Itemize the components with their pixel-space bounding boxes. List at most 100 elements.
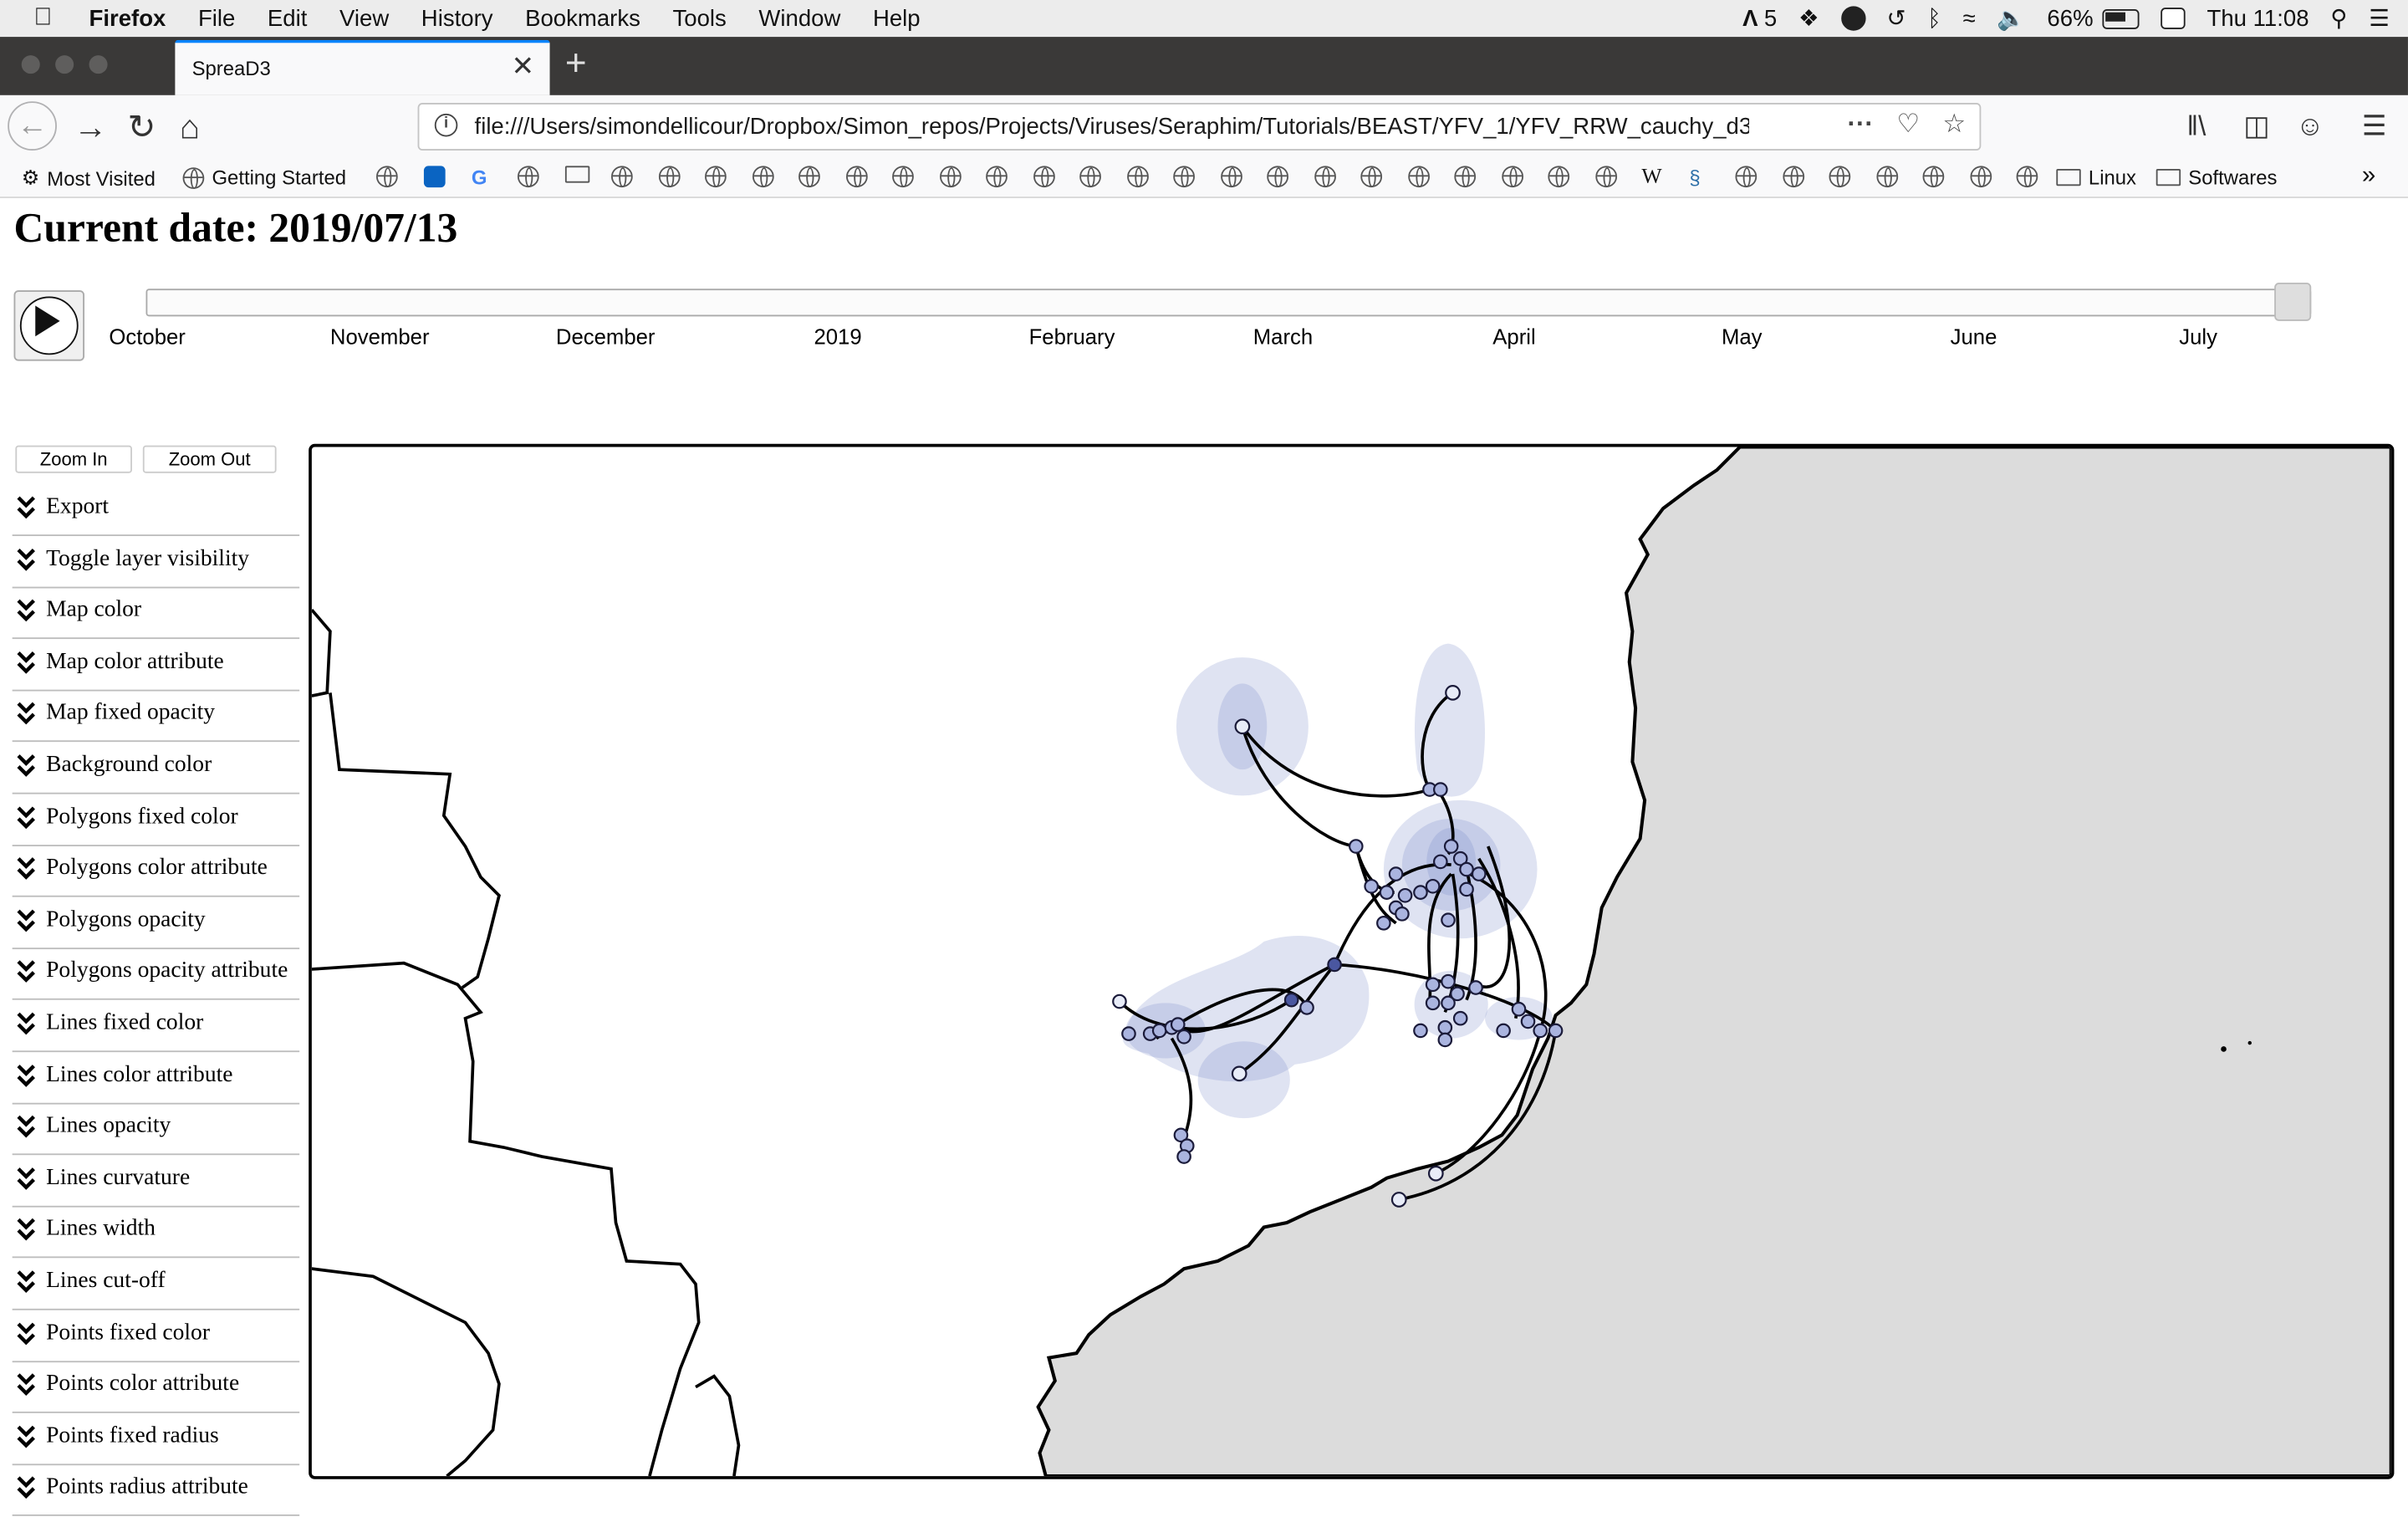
map-node[interactable] [1496,1023,1511,1039]
page-actions-icon[interactable]: ··· [1848,109,1874,140]
bookmark-item[interactable] [1548,166,1570,188]
map-node[interactable] [1533,1023,1548,1039]
zoom-out-button[interactable]: Zoom Out [142,445,277,473]
bookmark-item[interactable] [1970,166,1992,188]
bookmark-item[interactable] [1783,166,1805,188]
map-node[interactable] [1445,684,1461,701]
map-node[interactable] [1176,1029,1191,1045]
account-icon[interactable]: ☺ [2296,110,2324,143]
play-button[interactable] [13,290,85,361]
bookmark-item[interactable] [752,166,774,188]
pocket-icon[interactable]: ♡ [1896,109,1920,140]
bookmark-item[interactable] [1221,166,1242,188]
bookmark-item[interactable] [564,166,590,183]
map-node[interactable] [1364,878,1379,894]
map-node[interactable] [1425,977,1441,993]
option-map-color[interactable]: Map color [12,589,300,640]
map-node[interactable] [1511,1001,1527,1017]
home-button[interactable]: ⌂ [180,108,200,148]
map-node[interactable] [1433,854,1448,870]
map-node[interactable] [1234,718,1251,735]
wifi-icon[interactable]: ≈ [1963,5,1976,31]
window-zoom-button[interactable] [89,55,108,74]
forward-button[interactable]: → [74,108,107,148]
battery-icon[interactable] [2102,8,2140,28]
dropbox-icon[interactable]: ❖ [1798,5,1819,32]
back-button[interactable]: ← [8,101,57,151]
option-points-radius-attribute[interactable]: Points radius attribute [12,1466,300,1517]
map-node[interactable] [1397,887,1413,903]
map-node[interactable] [1176,1149,1191,1164]
window-close-button[interactable] [21,55,40,74]
map-node[interactable] [1548,1023,1564,1039]
app-status-icon[interactable] [1840,6,1865,31]
map-node[interactable] [1441,973,1456,989]
bookmark-item[interactable] [705,166,727,188]
bookmark-item[interactable] [611,166,633,188]
bookmark-item[interactable] [1454,166,1477,188]
new-tab-button[interactable]: + [565,43,587,85]
map-node[interactable] [1170,1017,1186,1032]
bookmark-item[interactable] [1829,166,1851,188]
option-lines-cut-off[interactable]: Lines cut-off [12,1259,300,1310]
option-polygons-opacity-attribute[interactable]: Polygons opacity attribute [12,950,300,1001]
option-lines-curvature[interactable]: Lines curvature [12,1157,300,1208]
map-node[interactable] [1413,1023,1428,1039]
map-node[interactable] [1452,1010,1468,1026]
map-node[interactable] [1283,992,1299,1008]
map-node[interactable] [1471,866,1487,881]
hamburger-menu-icon[interactable]: ☰ [2362,110,2387,143]
bookmark-item[interactable] [1922,166,1945,188]
map-node[interactable] [1433,782,1448,797]
map-node[interactable] [1425,878,1441,894]
map-node[interactable] [1459,861,1474,877]
bookmark-item[interactable] [940,166,962,188]
map-node[interactable] [1327,957,1342,973]
menu-history[interactable]: History [421,5,493,31]
bookmark-item[interactable] [1173,166,1195,188]
map-svg[interactable] [311,447,2391,1477]
option-lines-opacity[interactable]: Lines opacity [12,1105,300,1156]
bookmark-item[interactable] [1876,166,1899,188]
bookmark-item[interactable] [1502,166,1524,188]
bookmark-item[interactable] [1033,166,1055,188]
bookmark-item[interactable] [375,166,398,188]
menu-view[interactable]: View [339,5,389,31]
bookmark-item[interactable]: § [1689,166,1700,189]
bookmark-item[interactable] [2016,166,2038,188]
bookmark-item[interactable]: G [472,166,487,189]
map-node[interactable] [1379,885,1395,900]
volume-icon[interactable]: 🔈 [1997,5,2025,32]
bluetooth-icon[interactable]: ᛒ [1927,5,1941,31]
bookmark-item[interactable] [1595,166,1618,188]
library-icon[interactable]: ‖\ [2186,110,2206,143]
bookmark-item[interactable] [798,166,820,188]
window-minimize-button[interactable] [55,55,74,74]
map-node[interactable] [1441,995,1456,1011]
bookmark-item[interactable] [986,166,1008,188]
map-node[interactable] [1437,1019,1453,1035]
bookmark-item[interactable] [658,166,681,188]
bookmark-getting-started[interactable]: Getting Started [182,166,346,189]
site-info-icon[interactable]: i [434,113,458,137]
bookmark-folder-linux[interactable]: Linux [2056,166,2136,189]
map-node[interactable] [1468,980,1483,995]
map-node[interactable] [1425,995,1441,1011]
bookmark-item[interactable] [1735,166,1758,188]
menu-window[interactable]: Window [758,5,840,31]
option-toggle-layer-visibility[interactable]: Toggle layer visibility [12,537,300,588]
option-background-color[interactable]: Background color [12,743,300,794]
bookmark-folder-softwares[interactable]: Softwares [2155,166,2277,189]
tab-close-icon[interactable]: ✕ [511,51,534,84]
bookmark-item[interactable] [1408,166,1430,188]
menu-edit[interactable]: Edit [268,5,307,31]
map-node[interactable] [1121,1026,1136,1041]
map-node[interactable] [1390,1192,1407,1208]
time-machine-icon[interactable]: ↺ [1886,5,1905,32]
map-node[interactable] [1231,1065,1247,1082]
tab-spread3[interactable]: SpreaD3 ✕ [175,39,550,95]
map-node[interactable] [1520,1014,1536,1029]
apple-menu-icon[interactable]:  [33,5,64,33]
map-node[interactable] [1441,912,1456,927]
bookmark-item[interactable] [1314,166,1336,188]
